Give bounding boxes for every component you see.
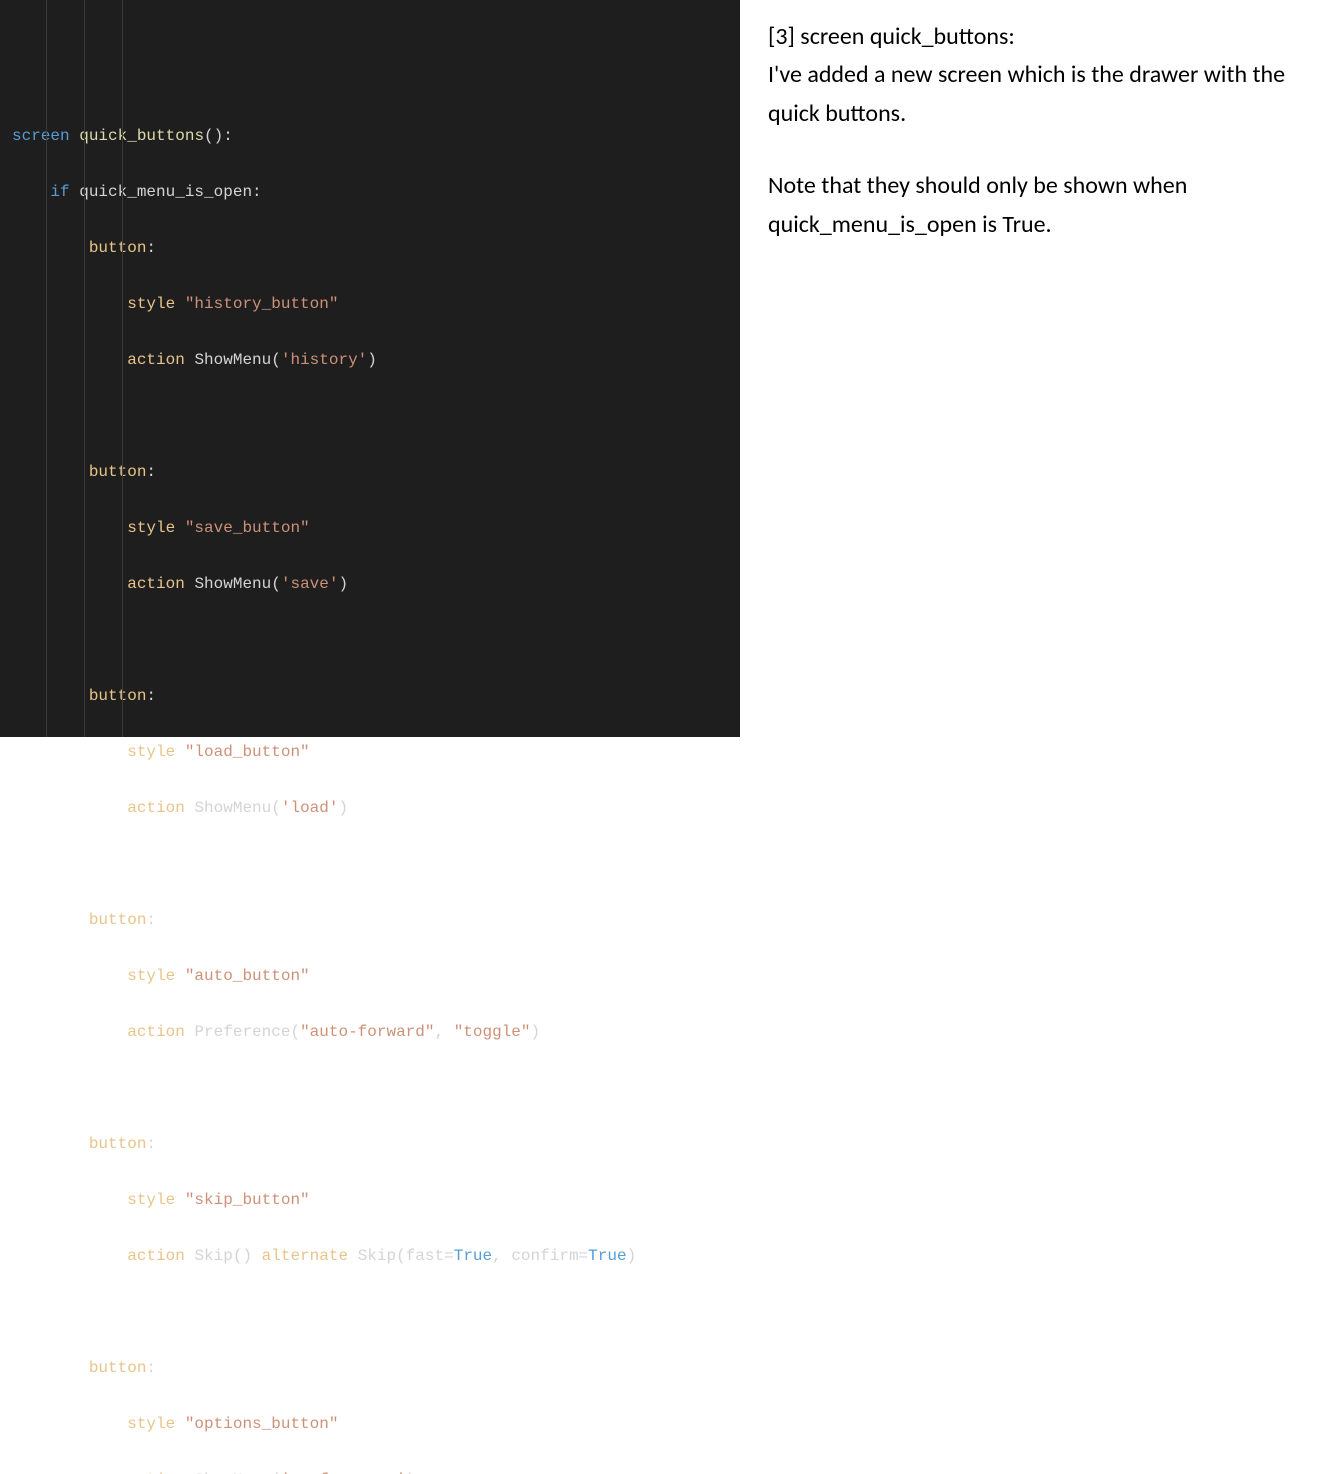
code-line: action Skip() alternate Skip(fast=True, … — [12, 1242, 740, 1270]
code-line — [12, 1074, 740, 1102]
indent-guide-2 — [84, 0, 85, 737]
code-line: action ShowMenu('load') — [12, 794, 740, 822]
indent-guide-1 — [46, 0, 47, 737]
code-line: action Preference("auto-forward", "toggl… — [12, 1018, 740, 1046]
code-line: button: — [12, 906, 740, 934]
indent-guide-3 — [122, 0, 123, 737]
code-line: button: — [12, 1354, 740, 1382]
code-editor-panel[interactable]: screen quick_buttons(): if quick_menu_is… — [0, 0, 740, 737]
code-line: style "options_button" — [12, 1410, 740, 1438]
code-line — [12, 850, 740, 878]
code-line: style "load_button" — [12, 738, 740, 766]
code-line: button: — [12, 1130, 740, 1158]
code-line: style "auto_button" — [12, 962, 740, 990]
explanation-panel: [3] screen quick_buttons: I've added a n… — [740, 0, 1344, 737]
code-line: style "skip_button" — [12, 1186, 740, 1214]
code-line — [12, 1298, 740, 1326]
body-text: I've added a new screen which is the dra… — [768, 56, 1314, 133]
body-text: Note that they should only be shown when… — [768, 167, 1314, 244]
heading-text: [3] screen quick_buttons: — [768, 18, 1314, 56]
code-line: action ShowMenu('preferences') — [12, 1466, 740, 1474]
